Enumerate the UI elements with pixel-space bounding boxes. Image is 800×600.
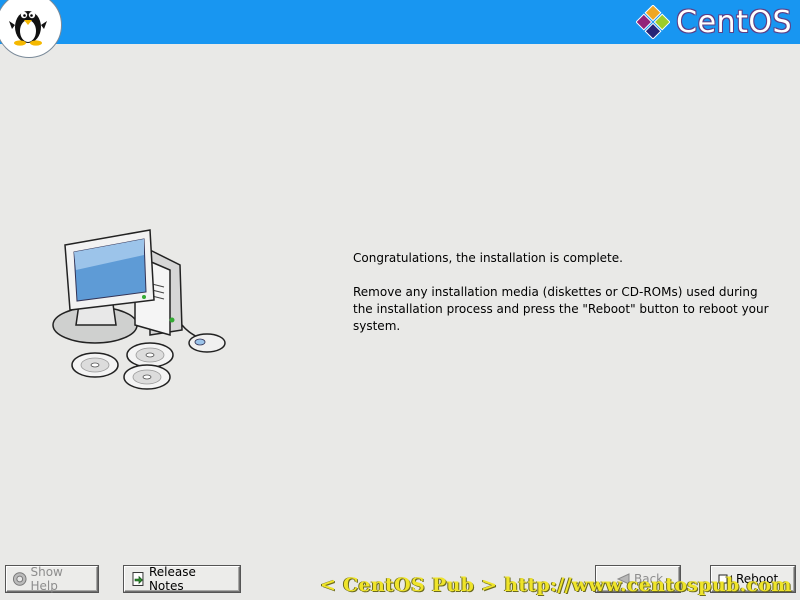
completion-message: Congratulations, the installation is com… — [353, 250, 773, 352]
tux-icon — [9, 11, 47, 46]
congratulations-text: Congratulations, the installation is com… — [353, 251, 623, 265]
release-notes-button[interactable]: Release Notes — [124, 565, 240, 593]
computer-illustration — [50, 225, 230, 399]
help-icon — [12, 572, 27, 586]
reboot-instructions-text: Remove any installation media (diskettes… — [353, 285, 769, 333]
centospub-watermark: < CentOS Pub > http://www.centospub.com — [320, 574, 792, 596]
show-help-button[interactable]: Show Help — [6, 565, 98, 593]
centos-emblem-icon — [636, 5, 671, 39]
release-notes-icon — [132, 572, 144, 586]
centos-logo: CentOS — [636, 4, 792, 40]
centos-logo-text: CentOS — [676, 4, 792, 40]
installer-window: CentOS Congratulations, the installation… — [0, 0, 800, 600]
header-bar: CentOS — [0, 0, 800, 58]
show-help-label: Show Help — [30, 565, 63, 593]
disc-icon-3 — [123, 364, 171, 390]
computer-with-discs-icon — [52, 229, 226, 390]
release-notes-label: Release Notes — [148, 565, 196, 593]
tux-logo — [0, 0, 62, 58]
disc-icon-1 — [71, 352, 119, 378]
disc-icon-2 — [126, 342, 174, 368]
